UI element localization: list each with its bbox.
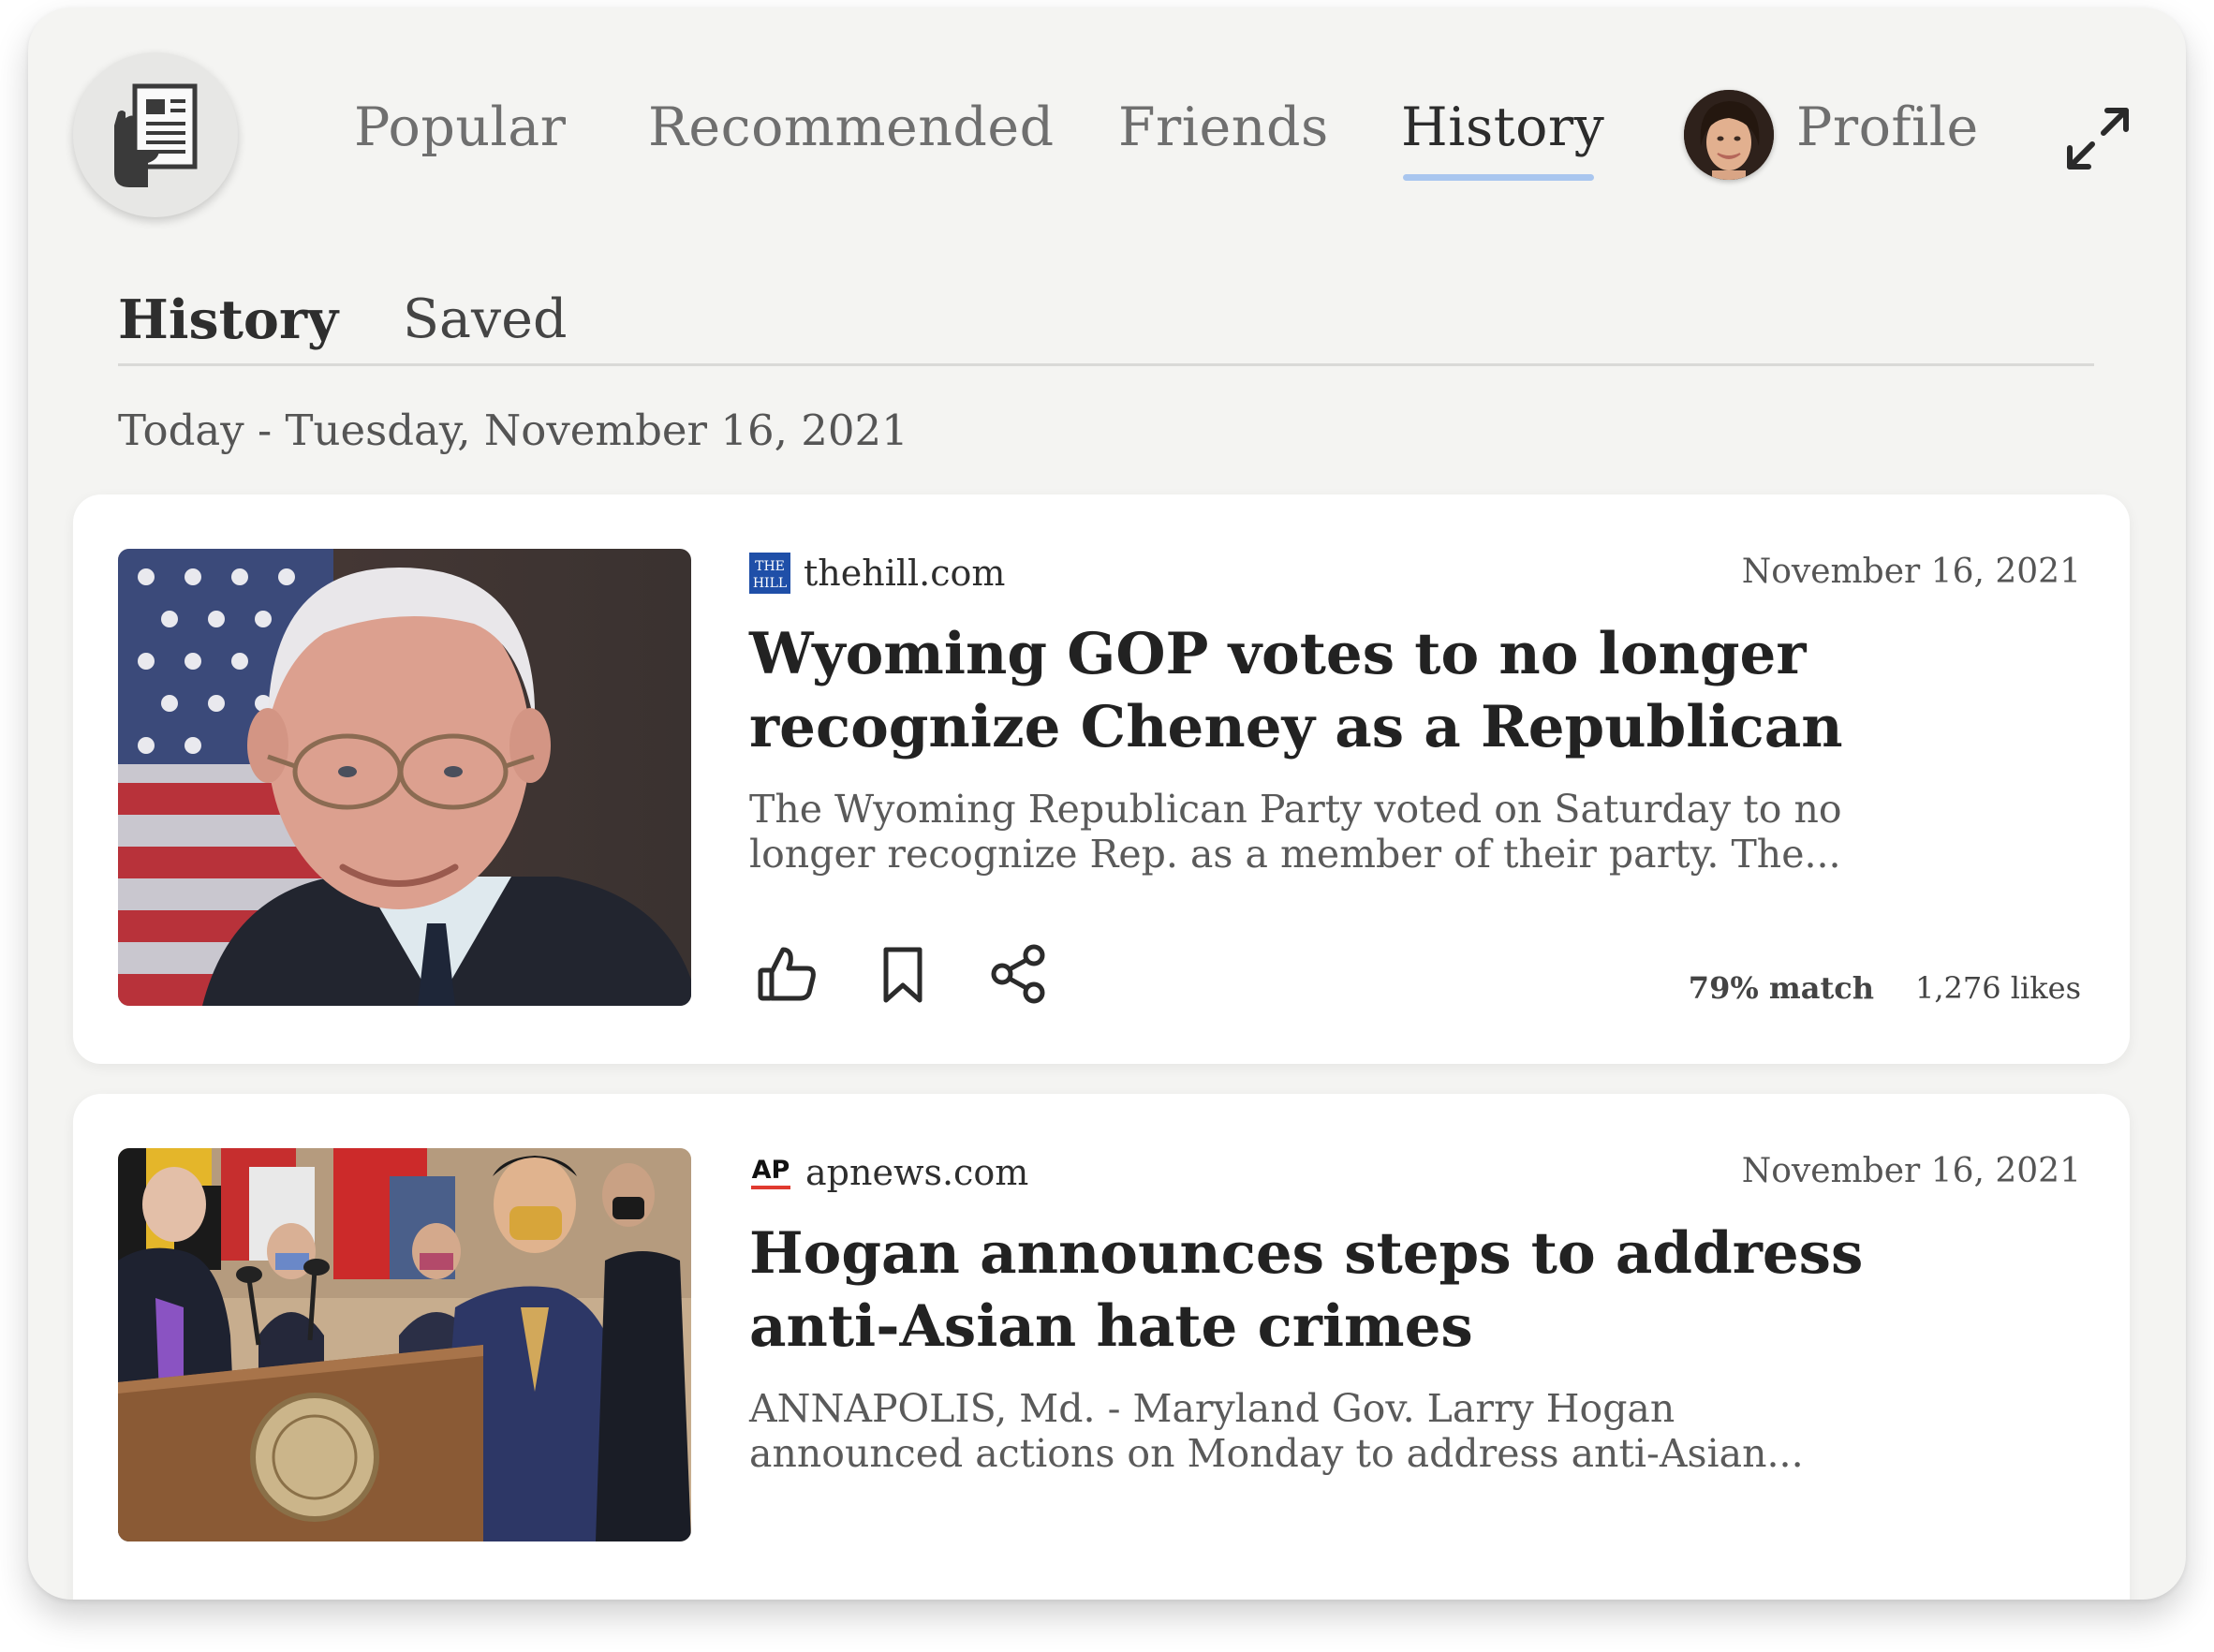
subtab-saved[interactable]: Saved <box>403 288 567 350</box>
headline-line: recognize Cheney as a Republican <box>749 694 1843 760</box>
article-stats: 79% match 1,276 likes <box>1689 970 2081 1006</box>
app-window: Popular Recommended Friends History Prof… <box>28 7 2186 1600</box>
svg-text:AP: AP <box>752 1156 790 1185</box>
press-conference-photo <box>118 1148 691 1541</box>
subtab-divider <box>118 363 2094 366</box>
nav-tab-history[interactable]: History <box>1401 96 1604 158</box>
like-count: 1,276 likes <box>1915 970 2081 1006</box>
snippet-line: announced actions on Monday to address a… <box>749 1431 1804 1476</box>
active-tab-indicator <box>1403 174 1594 181</box>
article-image[interactable] <box>118 1148 691 1541</box>
share-icon[interactable] <box>987 942 1051 1006</box>
source-name: apnews.com <box>805 1152 1029 1193</box>
newspaper-hand-icon <box>114 83 198 187</box>
bookmark-icon[interactable] <box>871 942 935 1006</box>
article-card[interactable]: AP apnews.com November 16, 2021 Hogan an… <box>73 1094 2130 1600</box>
svg-text:THE: THE <box>755 559 785 574</box>
article-snippet: The Wyoming Republican Party voted on Sa… <box>749 787 1842 877</box>
headline-line: anti-Asian hate crimes <box>749 1293 1473 1360</box>
thumbs-up-icon[interactable] <box>755 942 819 1006</box>
match-score: 79% match <box>1688 970 1874 1006</box>
article-source[interactable]: THE HILL thehill.com <box>749 553 1005 594</box>
article-actions <box>755 942 1051 1006</box>
snippet-line: ANNAPOLIS, Md. - Maryland Gov. Larry Hog… <box>749 1386 1675 1431</box>
article-source[interactable]: AP apnews.com <box>749 1152 1028 1193</box>
source-name: thehill.com <box>804 553 1006 594</box>
article-image[interactable] <box>118 549 691 1006</box>
nav-tab-popular[interactable]: Popular <box>354 96 567 158</box>
headline-line: Wyoming GOP votes to no longer <box>749 621 1807 687</box>
article-headline[interactable]: Hogan announces steps to address anti-As… <box>749 1217 1864 1364</box>
profile-avatar[interactable] <box>1684 90 1774 180</box>
portrait-photo <box>118 549 691 1006</box>
article-snippet: ANNAPOLIS, Md. - Maryland Gov. Larry Hog… <box>749 1386 1826 1476</box>
svg-text:HILL: HILL <box>753 576 787 591</box>
app-logo[interactable] <box>73 52 238 217</box>
expand-icon[interactable] <box>2060 101 2135 176</box>
article-date: November 16, 2021 <box>1741 1152 2081 1190</box>
article-card[interactable]: THE HILL thehill.com November 16, 2021 W… <box>73 494 2130 1064</box>
article-headline[interactable]: Wyoming GOP votes to no longer recognize… <box>749 618 1843 764</box>
nav-tab-friends[interactable]: Friends <box>1118 96 1329 158</box>
snippet-line: The Wyoming Republican Party voted on Sa… <box>749 787 1842 832</box>
headline-line: Hogan announces steps to address <box>749 1220 1864 1287</box>
date-heading: Today - Tuesday, November 16, 2021 <box>118 406 908 455</box>
nav-tab-profile[interactable]: Profile <box>1796 96 1979 158</box>
subtab-history[interactable]: History <box>118 288 338 351</box>
avatar-image <box>1684 90 1774 180</box>
thehill-logo-icon: THE HILL <box>749 553 790 594</box>
ap-logo-icon: AP <box>751 1156 790 1189</box>
snippet-line: longer recognize Rep. as a member of the… <box>749 832 1841 877</box>
nav-tab-recommended[interactable]: Recommended <box>648 96 1055 158</box>
article-date: November 16, 2021 <box>1741 553 2081 591</box>
